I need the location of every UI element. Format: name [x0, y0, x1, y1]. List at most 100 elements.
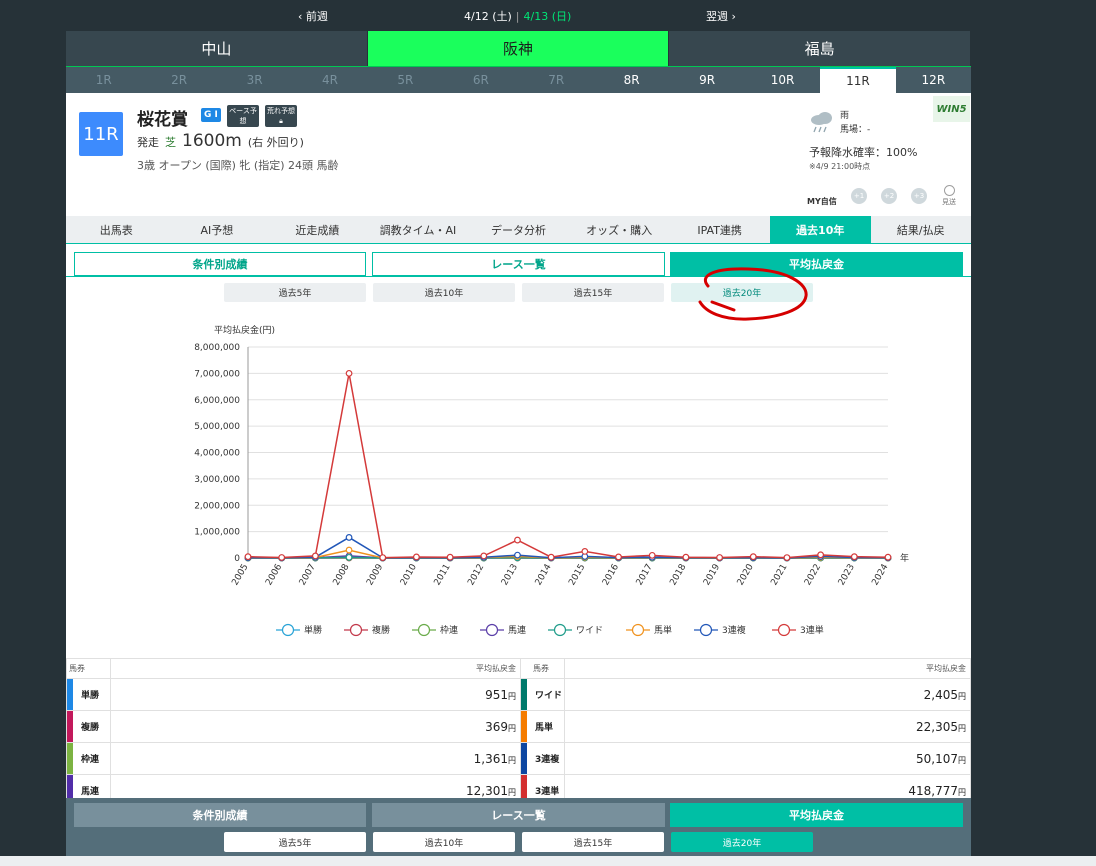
legend-marker [777, 623, 791, 637]
bottom-period-tab-15y[interactable]: 過去15年 [522, 832, 664, 852]
race-tab-7r[interactable]: 7R [519, 67, 594, 93]
x-tick-label: 2014 [534, 562, 554, 587]
venue-tab-nakayama[interactable]: 中山 [66, 31, 368, 66]
data-point [615, 553, 622, 561]
payout-table: 馬券 平均払戻金 馬券 平均払戻金 単勝 951円 ワイド 2,405円 複勝 … [66, 658, 971, 807]
bottom-subtab-race-list[interactable]: レース一覧 [372, 803, 665, 827]
series-line [247, 373, 889, 559]
bottom-period-tab-20y[interactable]: 過去20年 [671, 832, 813, 852]
confidence-2-button[interactable]: +2 [881, 188, 897, 204]
data-point [244, 553, 252, 561]
data-point [345, 369, 353, 377]
legend-label: 馬単 [654, 624, 672, 636]
rough-prediction-button[interactable]: 荒れ予想 🔒︎ [265, 105, 297, 127]
y-tick-label: 5,000,000 [194, 422, 240, 432]
my-confidence-label: MY自信 [807, 197, 837, 206]
race-tab-6r[interactable]: 6R [443, 67, 518, 93]
bottom-period-tab-5y[interactable]: 過去5年 [224, 832, 366, 852]
date-selector: 4/12 (土) | 4/13 (日) [464, 10, 572, 23]
tab-data-analysis[interactable]: データ分析 [468, 216, 569, 243]
legend-label: 枠連 [440, 624, 458, 636]
confidence-3-button[interactable]: +3 [911, 188, 927, 204]
tab-ipat[interactable]: IPAT連携 [669, 216, 770, 243]
legend-marker [485, 623, 499, 637]
pace-prediction-button[interactable]: ペース予想 🔒︎ [227, 105, 259, 135]
y-tick-label: 6,000,000 [194, 396, 240, 406]
tab-ai-prediction[interactable]: AI予想 [167, 216, 268, 243]
skip-button[interactable]: 見送 [942, 185, 956, 207]
bottom-subtab-avg-payout[interactable]: 平均払戻金 [670, 803, 963, 827]
date-sunday[interactable]: 4/13 (日) [524, 10, 572, 23]
race-tab-3r[interactable]: 3R [217, 67, 292, 93]
tab-odds-purchase[interactable]: オッズ・購入 [569, 216, 670, 243]
legend-marker [699, 623, 713, 637]
x-tick-label: 2015 [567, 563, 587, 588]
data-point [783, 554, 791, 562]
venue-tab-hanshin[interactable]: 阪神 [367, 31, 670, 66]
venue-tab-fukushima[interactable]: 福島 [669, 31, 972, 66]
x-tick-label: 2024 [870, 562, 890, 587]
subtab-divider [66, 276, 971, 277]
win5-logo[interactable]: WIN5 [933, 96, 970, 122]
race-tab-10r[interactable]: 10R [745, 67, 820, 93]
period-tab-10y[interactable]: 過去10年 [373, 283, 515, 302]
color-bar [521, 743, 527, 774]
legend-label: ワイド [576, 626, 603, 636]
confidence-1-button[interactable]: +1 [851, 188, 867, 204]
race-conditions: 3歳 オープン (国際) 牝 (指定) 24頭 馬齢 [137, 159, 339, 172]
x-tick-label: 2010 [399, 562, 419, 587]
prev-week-link[interactable]: ‹ 前週 [298, 8, 328, 24]
section-tabs: 出馬表 AI予想 近走成績 調教タイム・AI データ分析 オッズ・購入 IPAT… [66, 216, 971, 243]
race-tab-1r[interactable]: 1R [66, 67, 141, 93]
data-point [648, 551, 656, 559]
subtab-conditions[interactable]: 条件別成績 [74, 252, 366, 276]
table-row: 枠連 1,361円 3連複 50,107円 [66, 742, 971, 775]
race-tab-4r[interactable]: 4R [292, 67, 367, 93]
tab-results-payouts[interactable]: 結果/払戻 [871, 216, 972, 243]
grade-badge: G I [201, 108, 221, 122]
data-point [749, 553, 757, 561]
legend-marker [349, 623, 363, 637]
y-tick-label: 1,000,000 [194, 528, 240, 538]
data-point [547, 553, 555, 561]
x-tick-label: 2019 [702, 562, 722, 587]
race-tab-12r[interactable]: 12R [896, 67, 971, 93]
date-saturday[interactable]: 4/12 (土) [464, 10, 512, 23]
weather-info: 雨 馬場：- [840, 111, 871, 135]
tab-entries[interactable]: 出馬表 [66, 216, 167, 243]
color-bar [67, 711, 73, 742]
bottom-subtab-conditions[interactable]: 条件別成績 [74, 803, 366, 827]
data-point [514, 551, 521, 559]
bottom-strip [0, 856, 1096, 866]
bottom-period-tab-10y[interactable]: 過去10年 [373, 832, 515, 852]
x-tick-label: 2018 [668, 562, 688, 587]
subtab-race-list[interactable]: レース一覧 [372, 252, 665, 276]
race-tab-8r[interactable]: 8R [594, 67, 669, 93]
race-tab-11r[interactable]: 11R [820, 67, 896, 93]
race-tab-5r[interactable]: 5R [368, 67, 443, 93]
period-tab-15y[interactable]: 過去15年 [522, 283, 664, 302]
section-divider [66, 243, 971, 244]
data-point [514, 536, 521, 544]
tab-training-time[interactable]: 調教タイム・AI [368, 216, 469, 243]
data-point [817, 551, 825, 559]
x-tick-label: 2005 [230, 563, 250, 588]
y-tick-label: 8,000,000 [194, 343, 240, 353]
period-tab-5y[interactable]: 過去5年 [224, 283, 366, 302]
x-tick-label: 2008 [332, 562, 352, 587]
forecast-time: ※4/9 21:00時点 [809, 162, 871, 171]
x-tick-label: 2011 [433, 563, 453, 588]
main-panel: 11R 桜花賞 G I ペース予想 🔒︎ 荒れ予想 🔒︎ 発走 芝 1600m (右… [66, 93, 971, 866]
data-point [379, 554, 387, 562]
legend-marker [417, 623, 431, 637]
next-week-link[interactable]: 翌週 › [706, 8, 736, 24]
tab-recent-results[interactable]: 近走成績 [267, 216, 368, 243]
y-tick-label: 2,000,000 [194, 501, 240, 511]
tab-past-10-years[interactable]: 過去10年 [769, 216, 871, 243]
data-point [716, 554, 723, 561]
color-bar [67, 743, 73, 774]
race-tab-2r[interactable]: 2R [141, 67, 216, 93]
data-point [884, 553, 892, 561]
data-point [311, 552, 319, 560]
race-tab-9r[interactable]: 9R [669, 67, 744, 93]
